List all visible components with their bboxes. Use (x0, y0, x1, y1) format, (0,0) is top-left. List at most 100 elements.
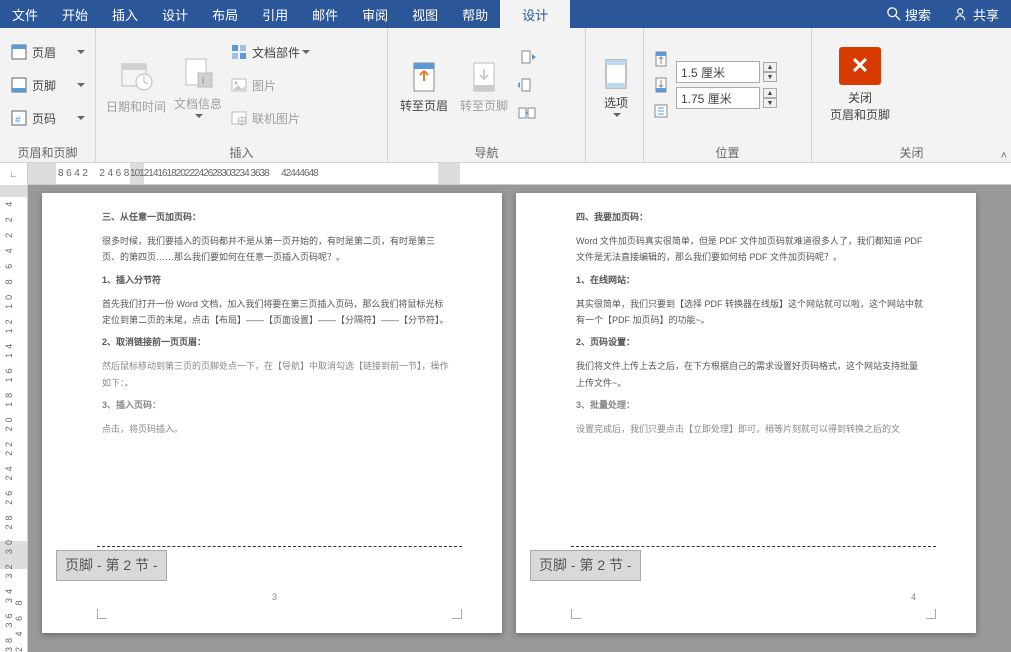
chevron-down-icon (77, 50, 85, 54)
insert-alignment-tab-button[interactable] (652, 102, 670, 120)
spin-down-button[interactable]: ▼ (763, 98, 777, 108)
docinfo-button[interactable]: i 文档信息 (170, 30, 226, 140)
v-ruler-numbers: 38 36 34 32 30 28 26 24 22 20 18 16 14 1… (4, 189, 24, 652)
menu-file[interactable]: 文件 (0, 0, 50, 28)
goto-header-icon (404, 57, 444, 97)
chevron-down-icon (77, 116, 85, 120)
options-button[interactable]: 选项 (592, 50, 640, 121)
spin-up-button[interactable]: ▲ (763, 62, 777, 72)
online-picture-button[interactable]: 联机图片 (226, 102, 336, 135)
paragraph: Word 文件加页码真实很简单，但是 PDF 文件加页码就难道很多人了，我们都知… (576, 233, 926, 265)
ruler-numbers: 8 6 4 2 2 4 6 8 101214161820222426283032… (58, 168, 318, 179)
collapse-ribbon-button[interactable]: ˄ (1001, 150, 1007, 162)
doc-parts-icon (230, 43, 248, 61)
header-from-top-icon (652, 50, 670, 68)
heading: 三、从任意一页加页码： (102, 209, 452, 225)
group-label-options (586, 142, 643, 162)
ruler-corner[interactable]: ∟ (0, 163, 28, 185)
heading: 1、插入分节符 (102, 272, 452, 288)
menu-review[interactable]: 审阅 (350, 0, 400, 28)
menu-references[interactable]: 引用 (250, 0, 300, 28)
paragraph: 首先我们打开一份 Word 文档，加入我们将要在第三页插入页码，那么我们将鼠标光… (102, 296, 452, 328)
ribbon: 页眉 页脚 # 页码 页眉和页脚 日期和时间 (0, 28, 1011, 163)
group-label-insert: 插入 (96, 142, 387, 162)
margin-corner-icon (571, 609, 581, 619)
footer-from-bottom-icon (652, 76, 670, 94)
goto-footer-button[interactable]: 转至页脚 (454, 57, 514, 114)
goto-header-button[interactable]: 转至页眉 (394, 57, 454, 114)
doc-parts-label: 文档部件 (252, 44, 300, 61)
svg-text:i: i (202, 76, 204, 87)
footer-boundary (571, 546, 936, 547)
page-number: 3 (272, 589, 277, 605)
margin-corner-icon (452, 609, 462, 619)
online-picture-label: 联机图片 (252, 110, 300, 127)
menu-help[interactable]: 帮助 (450, 0, 500, 28)
group-label-close: 关闭 (812, 142, 1011, 162)
close-header-footer-button[interactable]: ✕ 关闭 页眉和页脚 (818, 41, 902, 129)
heading: 3、批量处理： (576, 397, 926, 413)
menu-search[interactable]: 搜索 (875, 0, 943, 28)
heading: 3、插入页码： (102, 397, 452, 413)
menu-share[interactable]: 共享 (943, 0, 1011, 28)
chevron-down-icon (195, 114, 203, 118)
margin-corner-icon (97, 609, 107, 619)
margin-corner-icon (926, 609, 936, 619)
menu-bar: 文件 开始 插入 设计 布局 引用 邮件 审阅 视图 帮助 设计 搜索 共享 (0, 0, 1011, 28)
header-icon (10, 43, 28, 61)
heading: 2、取消链接前一页页眉： (102, 334, 452, 350)
paragraph: 点击，将页码插入。 (102, 421, 452, 437)
docinfo-label: 文档信息 (174, 95, 222, 112)
page-number-label: 页码 (32, 110, 75, 127)
page-number: 4 (911, 589, 916, 605)
options-label: 选项 (604, 94, 628, 111)
menu-design[interactable]: 设计 (150, 0, 200, 28)
footer-icon (10, 76, 28, 94)
menu-insert[interactable]: 插入 (100, 0, 150, 28)
menu-layout[interactable]: 布局 (200, 0, 250, 28)
picture-button[interactable]: 图片 (226, 69, 336, 102)
header-button[interactable]: 页眉 (6, 36, 89, 69)
doc-parts-button[interactable]: 文档部件 (226, 36, 336, 69)
search-icon (887, 7, 901, 21)
heading: 四、我要加页码： (576, 209, 926, 225)
page-4[interactable]: 四、我要加页码： Word 文件加页码真实很简单，但是 PDF 文件加页码就难道… (516, 193, 976, 633)
share-icon (955, 7, 969, 21)
page-3[interactable]: 三、从任意一页加页码： 很多时候，我们要插入的页码都并不是从第一页开始的，有时是… (42, 193, 502, 633)
picture-icon (230, 76, 248, 94)
goto-header-label: 转至页眉 (400, 97, 448, 114)
close-icon: ✕ (839, 47, 881, 85)
document-area: 38 36 34 32 30 28 26 24 22 20 18 16 14 1… (0, 185, 1011, 652)
goto-footer-icon (464, 57, 504, 97)
heading: 2、页码设置： (576, 334, 926, 350)
menu-view[interactable]: 视图 (400, 0, 450, 28)
close-label-2: 页眉和页脚 (830, 106, 890, 123)
spin-down-button[interactable]: ▼ (763, 72, 777, 82)
page-number-button[interactable]: # 页码 (6, 102, 89, 135)
prev-section-button[interactable] (518, 48, 536, 66)
menu-home[interactable]: 开始 (50, 0, 100, 28)
header-distance-input[interactable]: 1.5 厘米 (676, 61, 760, 83)
footer-distance-input[interactable]: 1.75 厘米 (676, 87, 760, 109)
spin-up-button[interactable]: ▲ (763, 88, 777, 98)
footer-label: 页脚 (32, 77, 75, 94)
datetime-label: 日期和时间 (106, 98, 166, 115)
datetime-icon (116, 56, 156, 96)
menu-mail[interactable]: 邮件 (300, 0, 350, 28)
datetime-button[interactable]: 日期和时间 (102, 30, 170, 140)
horizontal-ruler[interactable]: ∟ 8 6 4 2 2 4 6 8 1012141618202224262830… (0, 163, 1011, 185)
footer-button[interactable]: 页脚 (6, 69, 89, 102)
next-section-button[interactable] (518, 76, 536, 94)
page-number-icon: # (10, 109, 28, 127)
footer-boundary (97, 546, 462, 547)
vertical-ruler[interactable]: 38 36 34 32 30 28 26 24 22 20 18 16 14 1… (0, 185, 28, 652)
menu-context-design[interactable]: 设计 (500, 0, 570, 28)
svg-text:#: # (15, 115, 21, 126)
picture-label: 图片 (252, 77, 276, 94)
share-label: 共享 (973, 5, 999, 24)
chevron-down-icon (77, 83, 85, 87)
header-label: 页眉 (32, 44, 75, 61)
link-previous-button[interactable] (518, 104, 536, 122)
goto-footer-label: 转至页脚 (460, 97, 508, 114)
search-label: 搜索 (905, 5, 931, 24)
